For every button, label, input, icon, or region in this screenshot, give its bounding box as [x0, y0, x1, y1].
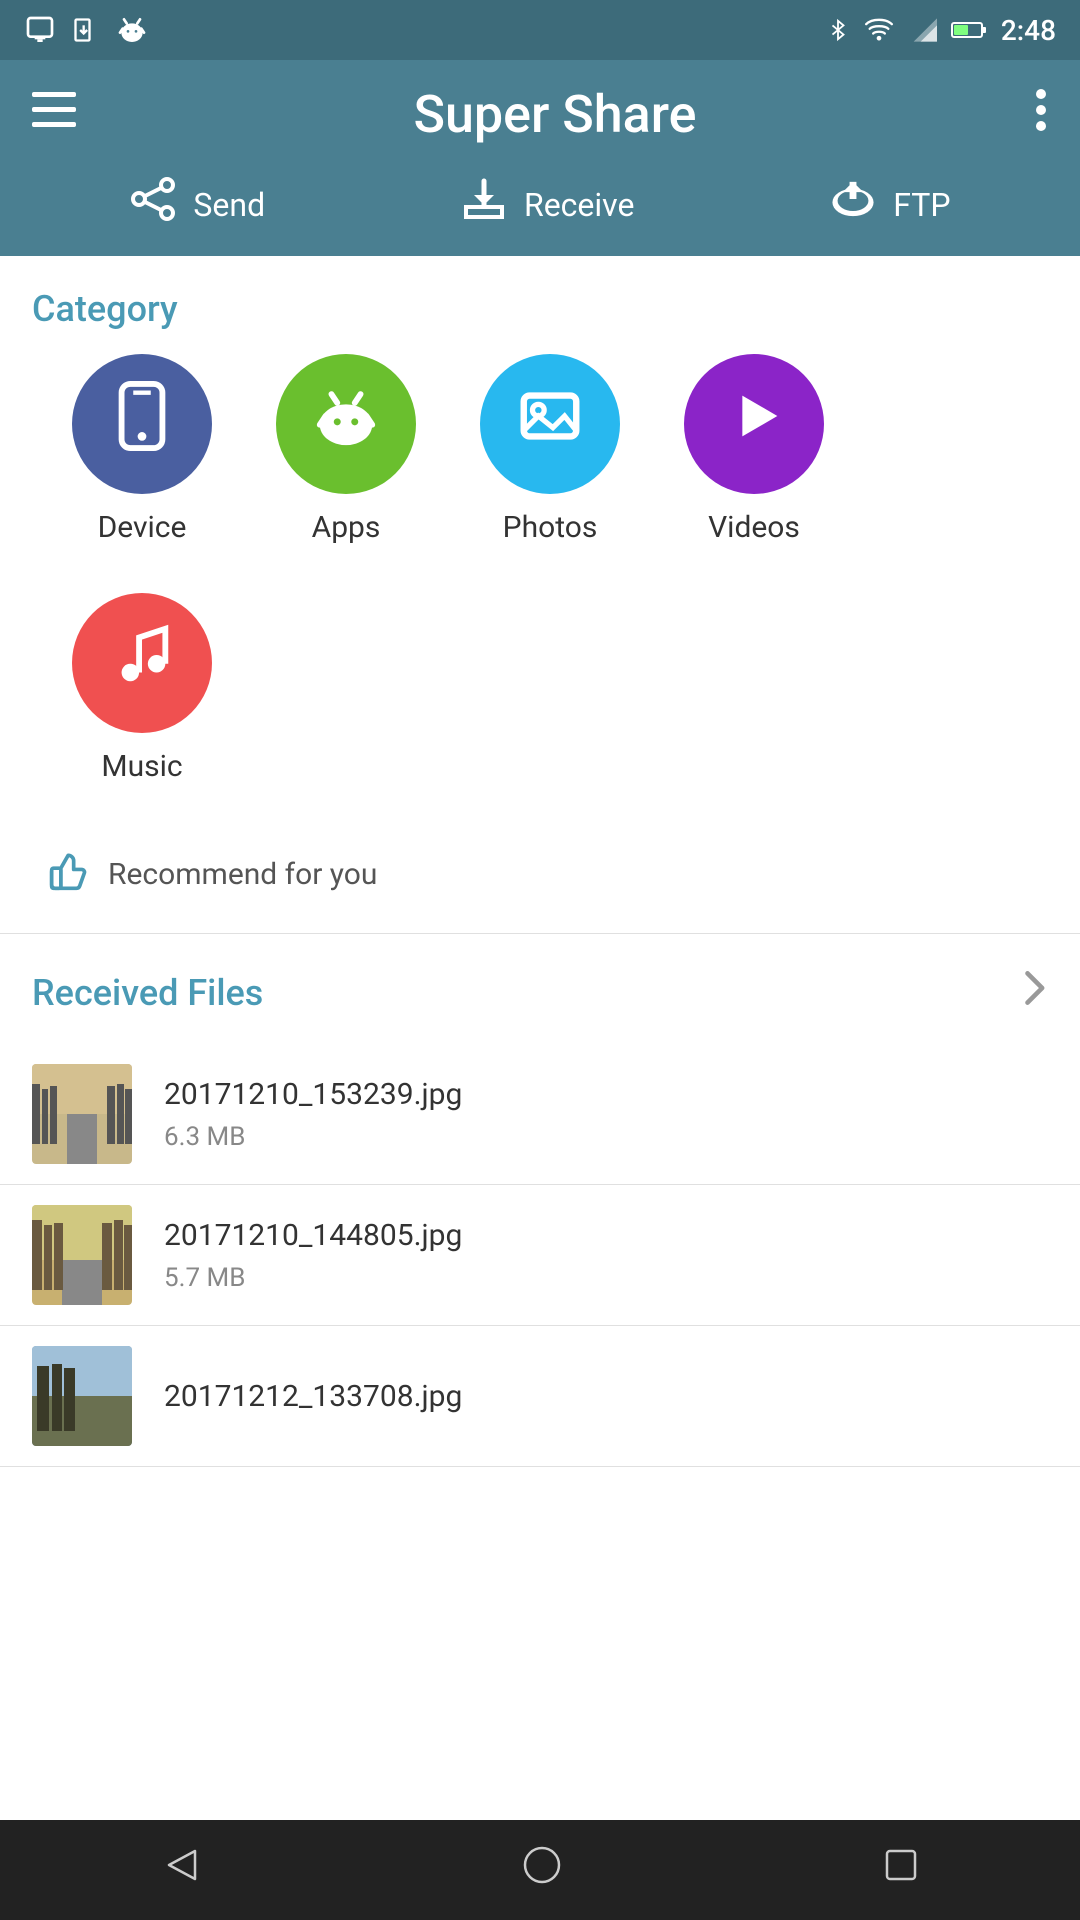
tab-bar: Send Receive FTP	[32, 177, 1048, 256]
status-bar: 2:48	[0, 0, 1080, 60]
app-bar: Super Share Send	[0, 60, 1080, 256]
file-thumbnail-2	[32, 1205, 132, 1305]
file-info-3: 20171212_133708.jpg	[164, 1379, 462, 1414]
hamburger-menu-button[interactable]	[32, 92, 76, 137]
file-item-2[interactable]: 20171210_144805.jpg 5.7 MB	[0, 1185, 1080, 1326]
file-name-3: 20171212_133708.jpg	[164, 1379, 462, 1414]
file-thumbnail-3	[32, 1346, 132, 1446]
signal-icon	[909, 16, 937, 44]
tab-send[interactable]: Send	[129, 177, 265, 232]
received-files-section[interactable]: Received Files	[0, 934, 1080, 1044]
app-bar-top: Super Share	[32, 84, 1048, 145]
photos-icon	[515, 381, 585, 467]
android-icon	[116, 14, 148, 46]
category-item-videos[interactable]: Videos	[684, 354, 824, 545]
music-icon	[107, 620, 177, 706]
download-status-icon	[72, 14, 100, 46]
category-label-videos: Videos	[708, 510, 800, 545]
bluetooth-icon	[827, 14, 849, 46]
file-info-2: 20171210_144805.jpg 5.7 MB	[164, 1218, 462, 1293]
recommend-bar[interactable]: Recommend for you	[0, 832, 1080, 933]
file-name-1: 20171210_153239.jpg	[164, 1077, 462, 1112]
file-size-2: 5.7 MB	[164, 1263, 462, 1293]
home-button[interactable]	[520, 1843, 564, 1898]
recents-button[interactable]	[881, 1844, 921, 1896]
status-bar-right-icons: 2:48	[827, 14, 1056, 47]
category-circle-apps	[276, 354, 416, 494]
category-grid: Device	[0, 354, 1080, 593]
category-label-device: Device	[98, 510, 187, 545]
file-size-1: 6.3 MB	[164, 1122, 462, 1152]
file-thumbnail-1	[32, 1064, 132, 1164]
file-name-2: 20171210_144805.jpg	[164, 1218, 462, 1253]
tab-receive[interactable]: Receive	[460, 177, 634, 232]
category-item-device[interactable]: Device	[72, 354, 212, 545]
category-title: Category	[0, 256, 1080, 354]
category-grid-row2: Music	[0, 593, 1080, 832]
apps-icon	[311, 381, 381, 467]
file-item-3[interactable]: 20171212_133708.jpg	[0, 1326, 1080, 1467]
category-circle-music	[72, 593, 212, 733]
category-label-apps: Apps	[312, 510, 381, 545]
thumbs-up-icon	[48, 848, 92, 901]
screenshot-icon	[24, 14, 56, 46]
file-item-1[interactable]: 20171210_153239.jpg 6.3 MB	[0, 1044, 1080, 1185]
app-title: Super Share	[414, 84, 697, 145]
videos-icon	[719, 381, 789, 467]
tab-send-label: Send	[193, 186, 265, 224]
status-time: 2:48	[1001, 14, 1056, 47]
bottom-nav	[0, 1820, 1080, 1920]
recommend-text: Recommend for you	[108, 857, 377, 892]
file-info-1: 20171210_153239.jpg 6.3 MB	[164, 1077, 462, 1152]
category-item-apps[interactable]: Apps	[276, 354, 416, 545]
category-label-music: Music	[101, 749, 182, 784]
category-circle-photos	[480, 354, 620, 494]
category-circle-videos	[684, 354, 824, 494]
status-bar-left-icons	[24, 14, 148, 46]
ftp-icon	[829, 177, 877, 232]
send-icon	[129, 177, 177, 232]
back-button[interactable]	[159, 1843, 203, 1898]
category-item-photos[interactable]: Photos	[480, 354, 620, 545]
wifi-icon	[863, 16, 895, 44]
received-files-title: Received Files	[32, 972, 263, 1014]
tab-ftp-label: FTP	[893, 186, 950, 224]
more-options-button[interactable]	[1034, 88, 1048, 141]
chevron-right-icon	[1018, 966, 1048, 1020]
category-label-photos: Photos	[503, 510, 598, 545]
receive-icon	[460, 177, 508, 232]
category-circle-device	[72, 354, 212, 494]
category-section: Category Device	[0, 256, 1080, 832]
battery-icon	[951, 20, 987, 40]
tab-ftp[interactable]: FTP	[829, 177, 950, 232]
device-icon	[107, 381, 177, 467]
category-item-music[interactable]: Music	[72, 593, 212, 784]
main-content: Category Device	[0, 256, 1080, 1820]
tab-receive-label: Receive	[524, 186, 634, 224]
